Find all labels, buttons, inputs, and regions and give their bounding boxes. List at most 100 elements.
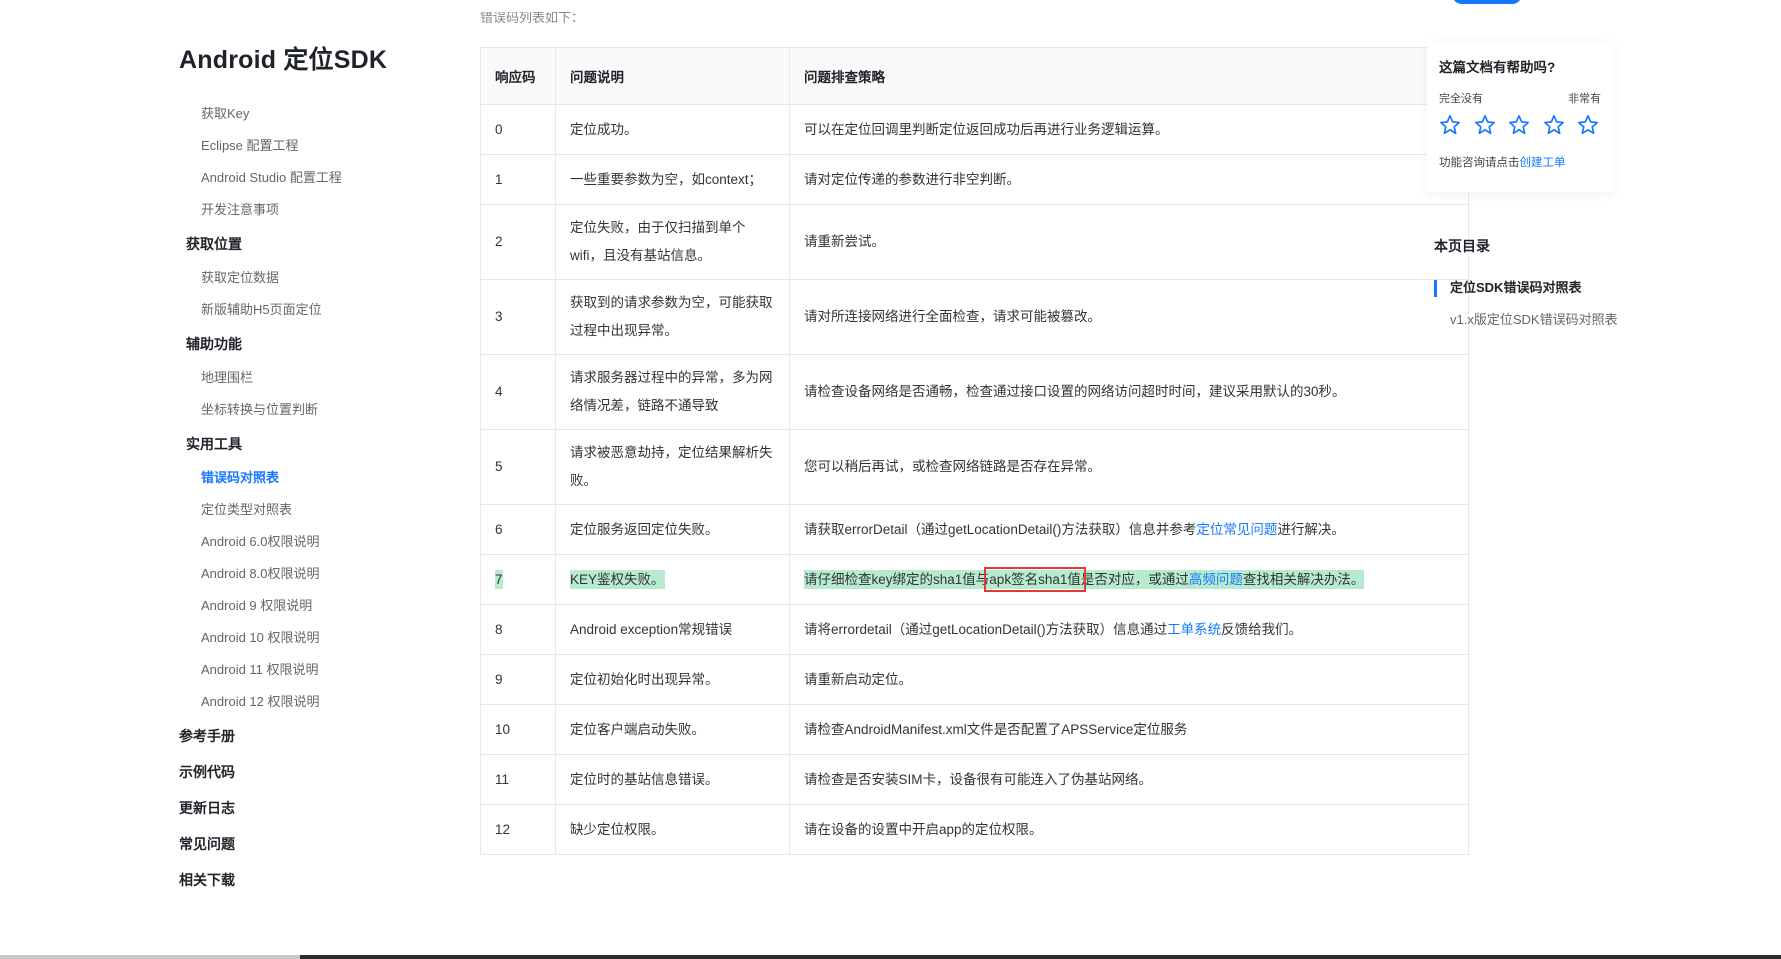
table-header-row: 响应码 问题说明 问题排查策略 — [480, 47, 1469, 105]
cell-description: 定位时的基站信息错误。 — [555, 754, 790, 805]
code-text: 8 — [495, 621, 503, 637]
sidebar-item[interactable]: Android 11 权限说明 — [179, 654, 439, 686]
toc-list: 定位SDK错误码对照表 v1.x版定位SDK错误码对照表 — [1434, 272, 1634, 336]
sidebar-group[interactable]: 辅助功能 — [179, 326, 439, 362]
strategy-segment: 请对所连接网络进行全面检查，请求可能被篡改。 — [804, 309, 1101, 324]
description-text: 缺少定位权限。 — [570, 821, 665, 837]
cell-code: 10 — [480, 704, 556, 755]
description-text: 获取到的请求参数为空，可能获取过程中出现异常。 — [570, 295, 773, 338]
table-row: 6 定位服务返回定位失败。 请获取errorDetail（通过getLocation… — [480, 504, 1469, 555]
star-icon[interactable] — [1508, 114, 1530, 136]
table-row: 12 缺少定位权限。 请在设备的设置中开启app的定位权限。 — [480, 804, 1469, 855]
cell-code: 12 — [480, 804, 556, 855]
sidebar-item[interactable]: Eclipse 配置工程 — [179, 130, 439, 162]
star-icon[interactable] — [1543, 114, 1565, 136]
strategy-segment: 请检查设备网络是否通畅，检查通过接口设置的网络访问超时时间，建议采用默认的30秒… — [804, 384, 1346, 399]
cell-strategy: 请检查是否安装SIM卡，设备很有可能连入了伪基站网络。 — [789, 754, 1469, 805]
sidebar-section[interactable]: 相关下载 — [179, 862, 439, 898]
sidebar-item[interactable]: 获取Key — [179, 98, 439, 130]
strategy-text: 您可以稍后再试，或检查网络链路是否存在异常。 — [804, 459, 1101, 474]
star-icon[interactable] — [1577, 114, 1599, 136]
code-text: 4 — [495, 384, 503, 399]
sidebar-item[interactable]: Android 9 权限说明 — [179, 590, 439, 622]
strategy-segment: 请对定位传递的参数进行非空判断。 — [804, 171, 1020, 187]
table-row: 10 定位客户端启动失败。 请检查AndroidManifest.xml文件是否配置… — [480, 704, 1469, 755]
top-action-button[interactable] — [1452, 0, 1522, 4]
error-code-table: 响应码 问题说明 问题排查策略 0 定位成功。 可以在定位回调里判断定位返回成功后再… — [480, 47, 1469, 855]
sidebar-item[interactable]: 地理围栏 — [179, 362, 439, 394]
sidebar-item[interactable]: 坐标转换与位置判断 — [179, 394, 439, 426]
strategy-link[interactable]: 高频问题 — [1189, 572, 1243, 587]
code-text: 5 — [495, 459, 503, 474]
cell-code: 8 — [480, 604, 556, 655]
contact-prefix: 功能咨询请点击 — [1439, 157, 1520, 169]
cell-description: 定位成功。 — [555, 104, 790, 155]
table-row: 11 定位时的基站信息错误。 请检查是否安装SIM卡，设备很有可能连入了伪基站网络。 — [480, 754, 1469, 805]
create-ticket-link[interactable]: 创建工单 — [1520, 157, 1566, 169]
cell-code: 11 — [480, 754, 556, 805]
strategy-text: 请检查是否安装SIM卡，设备很有可能连入了伪基站网络。 — [804, 772, 1152, 787]
sidebar-item[interactable]: Android 12 权限说明 — [179, 686, 439, 718]
toc-item[interactable]: v1.x版定位SDK错误码对照表 — [1434, 304, 1634, 336]
cell-description: 请求被恶意劫持，定位结果解析失败。 — [555, 429, 790, 505]
strategy-text: 请检查设备网络是否通畅，检查通过接口设置的网络访问超时时间，建议采用默认的30秒… — [804, 384, 1346, 399]
code-text: 9 — [495, 671, 503, 687]
sidebar-item[interactable]: 获取定位数据 — [179, 262, 439, 294]
table-row: 3 获取到的请求参数为空，可能获取过程中出现异常。 请对所连接网络进行全面检查，请求… — [480, 279, 1469, 355]
sidebar-section[interactable]: 示例代码 — [179, 754, 439, 790]
strategy-segment: 是否对应，或通过 — [1080, 571, 1189, 587]
star-icon[interactable] — [1439, 114, 1461, 136]
table-row: 1 一些重要参数为空，如context； 请对定位传递的参数进行非空判断。 — [480, 154, 1469, 205]
cell-code: 7 — [480, 554, 556, 605]
sidebar-item[interactable]: Android 10 权限说明 — [179, 622, 439, 654]
cell-strategy: 可以在定位回调里判断定位返回成功后再进行业务逻辑运算。 — [789, 104, 1469, 155]
strategy-link[interactable]: 工单系统 — [1167, 622, 1221, 637]
toc-title: 本页目录 — [1434, 238, 1490, 254]
cell-description: KEY鉴权失败。 — [555, 554, 790, 605]
strategy-link[interactable]: 定位常见问题 — [1196, 522, 1277, 537]
cell-description: 获取到的请求参数为空，可能获取过程中出现异常。 — [555, 279, 790, 355]
sidebar-section[interactable]: 更新日志 — [179, 790, 439, 826]
description-text: 定位服务返回定位失败。 — [570, 521, 719, 537]
code-text: 10 — [495, 721, 511, 737]
description-text: 定位时的基站信息错误。 — [570, 771, 719, 787]
strategy-text: 请对定位传递的参数进行非空判断。 — [804, 172, 1020, 187]
cell-strategy: 请将errordetail（通过getLocationDetail()方法获取）… — [789, 604, 1469, 655]
strategy-segment: 反馈给我们。 — [1221, 621, 1303, 637]
strategy-text: 可以在定位回调里判断定位返回成功后再进行业务逻辑运算。 — [804, 122, 1169, 137]
cell-strategy: 请获取errorDetail（通过getLocationDetail()方法获取… — [789, 504, 1469, 555]
strategy-segment: 请重新尝试。 — [804, 234, 885, 249]
cell-strategy: 请对定位传递的参数进行非空判断。 — [789, 154, 1469, 205]
sidebar-section[interactable]: 参考手册 — [179, 718, 439, 754]
sidebar-group[interactable]: 获取位置 — [179, 226, 439, 262]
description-text: 请求被恶意劫持，定位结果解析失败。 — [570, 445, 773, 488]
sidebar-item[interactable]: 新版辅助H5页面定位 — [179, 294, 439, 326]
code-text: 7 — [495, 569, 503, 589]
sidebar-section[interactable]: 常见问题 — [179, 826, 439, 862]
sidebar-item[interactable]: Android 8.0权限说明 — [179, 558, 439, 590]
feedback-question: 这篇文档有帮助吗? — [1439, 60, 1556, 75]
code-text: 11 — [495, 771, 510, 787]
cell-code: 6 — [480, 504, 556, 555]
cell-strategy: 请重新尝试。 — [789, 204, 1469, 280]
star-icon[interactable] — [1474, 114, 1496, 136]
sidebar-item[interactable]: 定位类型对照表 — [179, 494, 439, 526]
sidebar-nav: 获取Key Eclipse 配置工程 Android Studio 配置工程 开发注意… — [179, 98, 439, 898]
cell-description: 缺少定位权限。 — [555, 804, 790, 855]
strategy-text: 请重新尝试。 — [804, 234, 885, 249]
code-text: 0 — [495, 121, 503, 137]
strategy-segment: 请重新启动定位。 — [804, 671, 912, 687]
sidebar-item[interactable]: Android Studio 配置工程 — [179, 162, 439, 194]
horizontal-scrollbar[interactable] — [0, 955, 1781, 959]
annotated-text: apk签名sha1值 — [984, 566, 1086, 592]
sidebar-group[interactable]: 实用工具 — [179, 426, 439, 462]
cell-strategy: 请对所连接网络进行全面检查，请求可能被篡改。 — [789, 279, 1469, 355]
toc-item[interactable]: 定位SDK错误码对照表 — [1434, 272, 1634, 304]
sidebar-item[interactable]: Android 6.0权限说明 — [179, 526, 439, 558]
rating-low-label: 完全没有 — [1439, 93, 1483, 105]
strategy-text: 请检查AndroidManifest.xml文件是否配置了APSService定… — [804, 722, 1187, 737]
sidebar-item[interactable]: 错误码对照表 — [179, 462, 439, 494]
sidebar-item[interactable]: 开发注意事项 — [179, 194, 439, 226]
scrollbar-thumb[interactable] — [0, 955, 300, 959]
cell-description: 定位服务返回定位失败。 — [555, 504, 790, 555]
